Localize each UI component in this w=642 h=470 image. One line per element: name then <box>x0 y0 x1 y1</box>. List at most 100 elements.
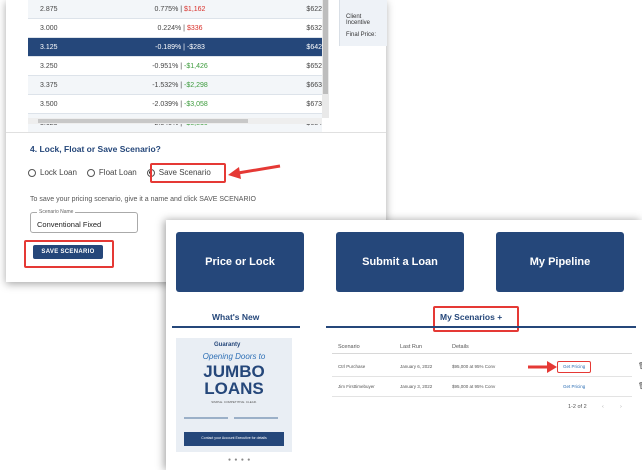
rate-row[interactable]: 3.125 -0.189% | -$283 $642 <box>28 38 322 57</box>
submit-a-loan-tile[interactable]: Submit a Loan <box>336 232 464 292</box>
rate-value: 3.250 <box>40 62 58 70</box>
rate-value: 2.875 <box>40 5 58 13</box>
price-separator: | <box>180 62 183 70</box>
rate-row[interactable]: 3.375 -1.532% | -$2,298 $663 <box>28 76 322 95</box>
my-scenarios-label: My Scenarios <box>440 312 495 322</box>
my-scenarios-tab[interactable]: My Scenarios + <box>440 312 502 322</box>
promo-feature-list <box>184 408 284 437</box>
price-separator: | <box>180 100 183 108</box>
price-change: -0.189% | -$283 <box>110 44 250 51</box>
price-summary-box: Client Incentive Final Price: <box>339 0 387 46</box>
scenario-name-value: Conventional Fixed <box>37 220 102 229</box>
price-change: 0.775% | $1,162 <box>110 6 250 13</box>
price-change-amount: -$1,426 <box>184 62 208 70</box>
rate-table: 2.875 0.775% | $1,162 $622 3.000 0.224% | $3… <box>28 0 322 133</box>
price-separator: | <box>183 24 185 32</box>
column-scenario: Scenario <box>338 344 360 350</box>
rate-value: 3.125 <box>40 43 58 51</box>
details: $95,000 at 95% Conv <box>452 384 496 389</box>
price-change: 0.224% | $336 <box>110 25 250 32</box>
price-change: -2.039% | -$3,058 <box>110 101 250 108</box>
price-change: -1.532% | -$2,298 <box>110 82 250 89</box>
rate-row[interactable]: 2.875 0.775% | $1,162 $622 <box>28 0 322 19</box>
client-incentive-label: Client Incentive <box>346 14 371 26</box>
lock-loan-option[interactable]: Lock Loan <box>28 168 77 177</box>
rate-value: 3.500 <box>40 100 58 108</box>
last-run: January 6, 2022 <box>400 364 433 369</box>
rate-value: 3.000 <box>40 24 58 32</box>
price-change: -0.951% | -$1,426 <box>110 63 250 70</box>
get-pricing-highlight <box>557 361 591 373</box>
lock-section-title: 4. Lock, Float or Save Scenario? <box>30 144 161 154</box>
delete-icon[interactable]: 🗑 <box>638 382 642 390</box>
monthly-payment: $622 <box>306 5 322 13</box>
scenario-name-label: Scenario Name <box>37 209 76 215</box>
price-separator: | <box>180 5 183 13</box>
price-change-percent: -2.039% <box>152 100 179 108</box>
column-last-run: Last Run <box>400 344 423 350</box>
price-change-percent: -0.951% <box>152 62 179 70</box>
price-change-amount: -$2,298 <box>184 81 208 89</box>
price-change-amount: -$3,058 <box>184 100 208 108</box>
pointer-arrow-icon <box>228 164 281 179</box>
price-change-amount: -$283 <box>186 43 205 51</box>
whats-new-title: What's New <box>212 312 260 322</box>
next-page-icon[interactable]: › <box>620 404 622 410</box>
monthly-payment: $663 <box>306 81 322 89</box>
price-change-percent: 0.224% <box>157 24 182 32</box>
price-change-percent: 0.775% <box>154 5 179 13</box>
my-scenarios-underline <box>326 326 636 328</box>
float-loan-radio[interactable] <box>86 168 95 177</box>
scenario-name: Jim Firsttimebuyer <box>338 384 375 389</box>
section-divider <box>6 132 386 133</box>
pointer-arrow-icon <box>528 361 557 373</box>
save-scenario-button[interactable]: SAVE SCENARIO <box>33 245 103 259</box>
lock-loan-label: Lock Loan <box>40 168 77 177</box>
whats-new-underline <box>172 326 300 328</box>
get-pricing-link[interactable]: Get Pricing <box>563 384 585 389</box>
price-or-lock-tile[interactable]: Price or Lock <box>176 232 304 292</box>
scenario-name-field[interactable]: Scenario Name Conventional Fixed <box>30 209 138 233</box>
monthly-payment: $652 <box>306 62 322 70</box>
prev-page-icon[interactable]: ‹ <box>602 404 604 410</box>
promo-subtitle: Opening Doors to <box>202 352 266 361</box>
monthly-payment: $642 <box>306 43 322 51</box>
rate-table-horizontal-scrollbar[interactable] <box>28 118 322 124</box>
price-change-amount: $1,162 <box>184 5 206 13</box>
add-scenario-icon[interactable]: + <box>497 312 502 322</box>
delete-icon[interactable]: 🗑 <box>638 362 642 370</box>
price-separator: | <box>183 43 185 51</box>
table-row: Jim Firsttimebuyer January 3, 2022 $95,0… <box>332 378 642 397</box>
promo-tagline: SIMPLE. COMPETITIVE. CLEAR. <box>211 400 257 404</box>
last-run: January 3, 2022 <box>400 384 433 389</box>
save-hint-text: To save your pricing scenario, give it a… <box>30 196 256 203</box>
price-separator: | <box>180 81 183 89</box>
jumbo-loans-promo[interactable]: Guaranty Opening Doors to JUMBO LOANS SI… <box>176 338 292 452</box>
final-price-label: Final Price: <box>346 32 377 38</box>
table-header-divider <box>332 353 632 354</box>
rate-value: 3.375 <box>40 81 58 89</box>
lock-loan-radio[interactable] <box>28 168 36 177</box>
my-pipeline-tile[interactable]: My Pipeline <box>496 232 624 292</box>
price-change-percent: -0.189% <box>155 43 182 51</box>
rate-table-vertical-scrollbar[interactable] <box>322 0 329 118</box>
rate-row[interactable]: 3.500 -2.039% | -$3,058 $673 <box>28 95 322 114</box>
promo-footer: Contact your Account Executive for detai… <box>184 432 284 446</box>
save-scenario-highlight <box>150 163 226 183</box>
rate-row[interactable]: 3.250 -0.951% | -$1,426 $652 <box>28 57 322 76</box>
promo-heading-loans: LOANS <box>204 379 264 398</box>
monthly-payment: $632 <box>306 24 322 32</box>
guaranty-logo: Guaranty <box>214 342 241 348</box>
dashboard-panel: Price or Lock Submit a Loan My Pipeline … <box>166 220 642 470</box>
float-loan-label: Float Loan <box>98 168 137 177</box>
price-change-percent: -1.532% <box>152 81 179 89</box>
pagination-range: 1-2 of 2 <box>568 404 587 410</box>
scenario-name: Ctrl Purchase <box>338 364 366 369</box>
column-details: Details <box>452 344 469 350</box>
price-change-amount: $336 <box>186 24 203 32</box>
rate-row[interactable]: 3.000 0.224% | $336 $632 <box>28 19 322 38</box>
float-loan-option[interactable]: Float Loan <box>86 168 137 177</box>
carousel-dots[interactable]: ● ● ● ● <box>228 457 251 463</box>
promo-contact-text: Contact your Account Executive for detai… <box>201 436 267 440</box>
details: $95,000 at 95% Conv <box>452 364 496 369</box>
